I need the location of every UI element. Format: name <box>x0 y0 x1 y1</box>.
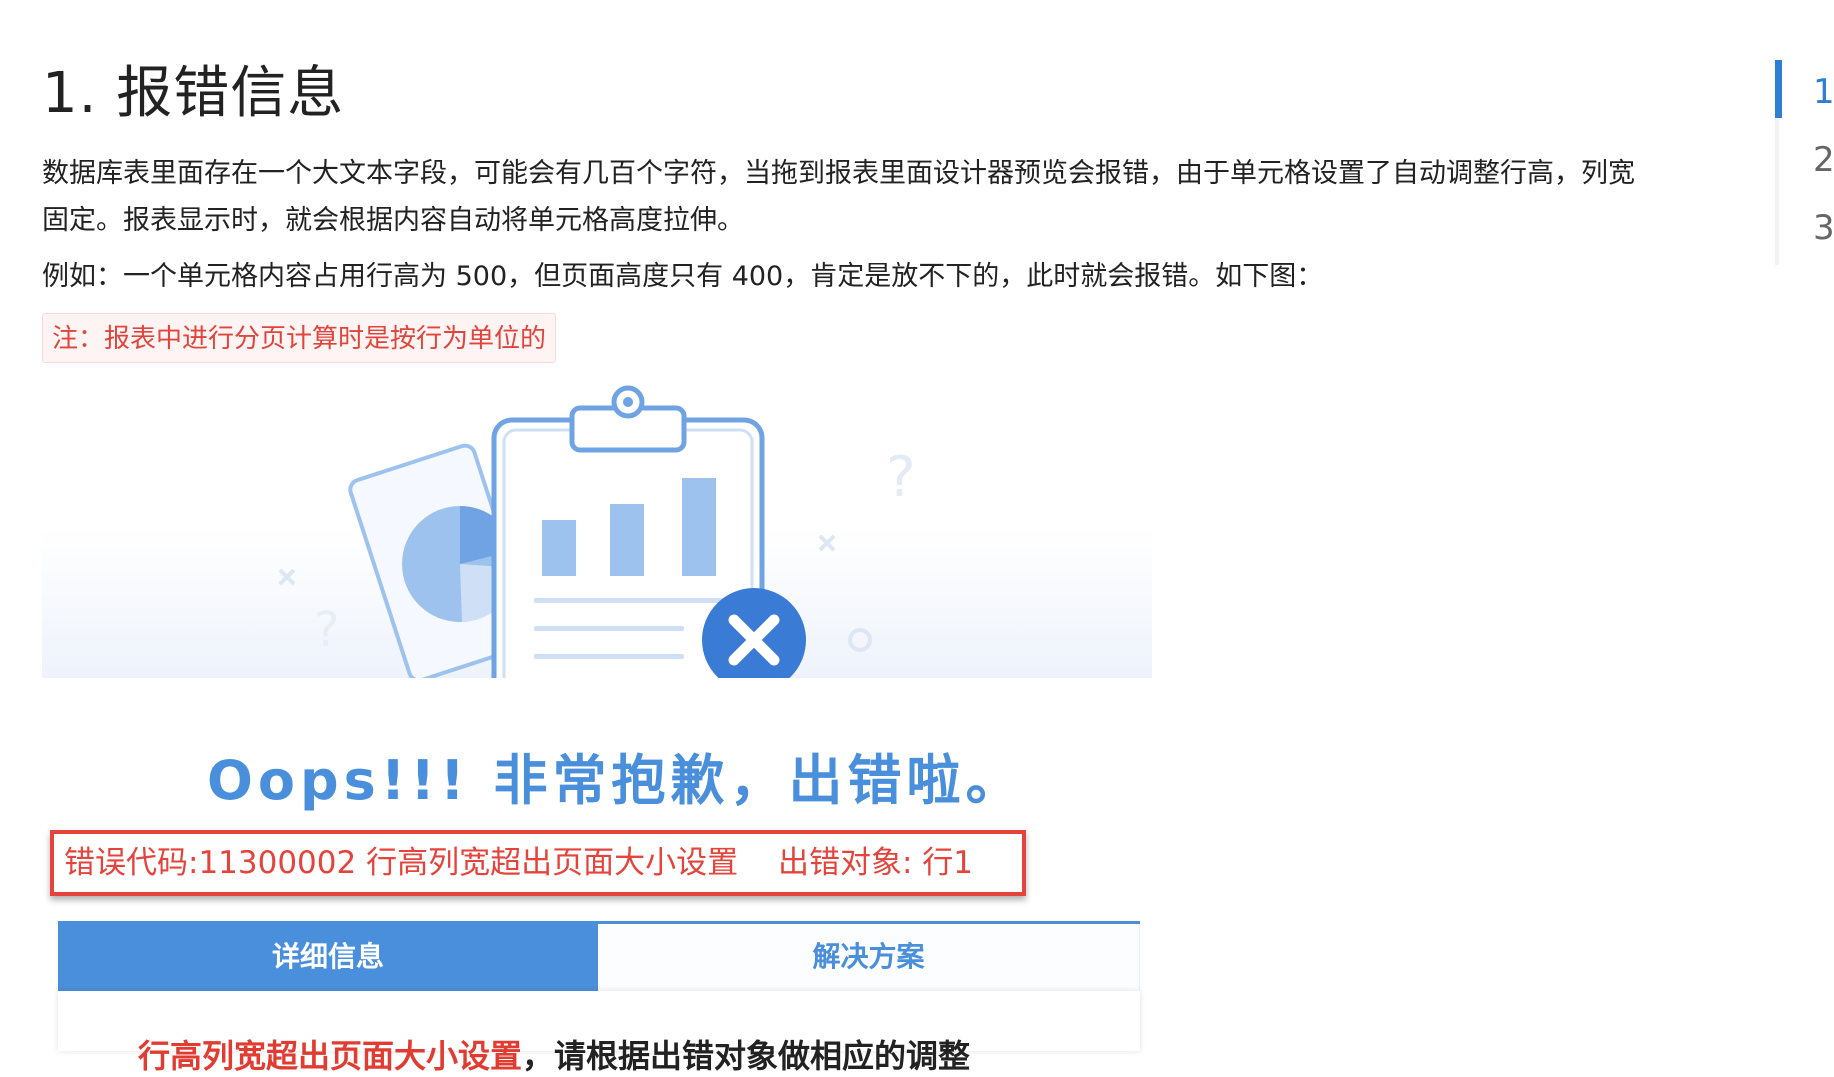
paragraph-line: 数据库表里面存在一个大文本字段，可能会有几百个字符，当拖到报表里面设计器预览会报… <box>42 158 1635 189</box>
question-mark-icon: ? <box>314 602 339 658</box>
error-message-box: 错误代码:11300002 行高列宽超出页面大小设置 出错对象: 行1 <box>50 830 1026 896</box>
detail-message: 行高列宽超出页面大小设置，请根据出错对象做相应的调整 <box>138 1031 970 1077</box>
detail-panel: 行高列宽超出页面大小设置，请根据出错对象做相应的调整 <box>58 991 1140 1075</box>
error-object: 出错对象: 行1 <box>778 845 974 881</box>
oops-heading: Oops!!! 非常抱歉，出错啦。 <box>207 749 1025 812</box>
error-code: 错误代码:11300002 行高列宽超出页面大小设置 <box>64 845 739 881</box>
error-illustration: ? ? <box>42 385 1152 678</box>
paragraph-line: 固定。报表显示时，就会根据内容自动将单元格高度拉伸。 <box>42 205 744 236</box>
table-of-contents: 1. 2. 3. <box>1775 60 1834 265</box>
detail-message-red: 行高列宽超出页面大小设置 <box>138 1037 523 1075</box>
note-callout: 注：报表中进行分页计算时是按行为单位的 <box>42 313 557 363</box>
question-mark-icon: ? <box>886 445 916 510</box>
page-title: 1. 报错信息 <box>42 61 345 126</box>
toc-item-1[interactable]: 1. <box>1813 72 1834 112</box>
paragraph-example: 例如：一个单元格内容占用行高为 500，但页面高度只有 400，肯定是放不下的，… <box>42 261 1324 292</box>
toc-active-indicator <box>1775 60 1782 118</box>
toc-item-2[interactable]: 2. <box>1813 140 1834 180</box>
tab-solution[interactable]: 解决方案 <box>598 924 1140 994</box>
detail-tabs: 详细信息 解决方案 <box>58 921 1140 994</box>
toc-item-3[interactable]: 3. <box>1813 208 1834 248</box>
error-screenshot: ? ? Oops!!! 非常抱歉，出错啦。 错误代码:11300002 行高列宽… <box>42 378 1152 1075</box>
tab-details[interactable]: 详细信息 <box>58 924 598 994</box>
detail-message-black: ，请根据出错对象做相应的调整 <box>522 1037 971 1075</box>
